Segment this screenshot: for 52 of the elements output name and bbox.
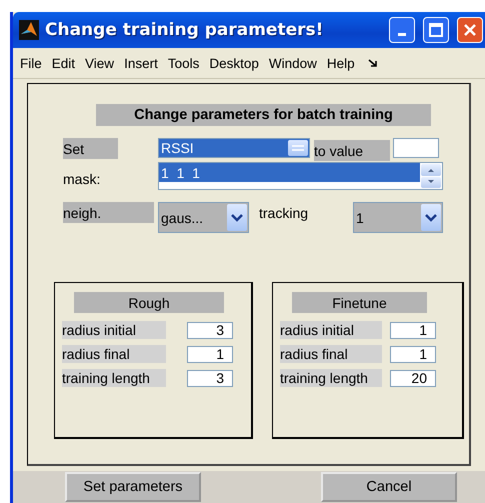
menu-item[interactable]: Window bbox=[264, 56, 322, 70]
parameter-field[interactable]: 1 bbox=[390, 346, 436, 362]
parameter-label: radius initial bbox=[62, 321, 166, 339]
mask-listbox[interactable]: 1 1 1 bbox=[158, 162, 443, 190]
parameter-label: radius final bbox=[280, 345, 382, 363]
parameter-field[interactable]: 20 bbox=[390, 370, 436, 386]
scroll-up-button[interactable] bbox=[421, 164, 441, 176]
parameter-field[interactable]: 1 bbox=[390, 322, 436, 338]
app-logo-icon bbox=[19, 20, 39, 40]
chevron-down-icon bbox=[231, 214, 243, 222]
cancel-button[interactable]: Cancel bbox=[321, 472, 457, 502]
menu-item[interactable]: File bbox=[15, 56, 47, 70]
menu-item[interactable]: View bbox=[80, 56, 120, 70]
parameter-field[interactable]: 1 bbox=[187, 346, 233, 362]
panel-title: Rough bbox=[74, 292, 224, 313]
close-button[interactable] bbox=[457, 17, 483, 43]
parameter-label: training length bbox=[62, 369, 166, 387]
parameter-field[interactable]: 3 bbox=[187, 370, 233, 386]
menu-item[interactable]: Edit bbox=[46, 56, 80, 70]
menu-item[interactable]: Desktop bbox=[204, 56, 264, 70]
minimize-button[interactable] bbox=[389, 17, 415, 43]
set-popup[interactable]: RSSI bbox=[158, 138, 310, 158]
tracking-popup[interactable]: 1 bbox=[353, 202, 443, 233]
drag-handle-icon bbox=[291, 145, 305, 151]
close-icon bbox=[463, 23, 477, 37]
up-arrow-icon bbox=[428, 168, 434, 172]
maximize-button[interactable] bbox=[423, 17, 449, 43]
down-arrow-icon bbox=[428, 180, 434, 184]
parameter-label: radius initial bbox=[280, 321, 382, 339]
scroll-down-button[interactable] bbox=[421, 176, 441, 188]
menu-item[interactable]: Insert bbox=[119, 56, 163, 70]
set-label: Set bbox=[63, 138, 118, 159]
list-item[interactable]: 1 1 1 bbox=[159, 163, 420, 182]
tracking-label: tracking bbox=[259, 204, 310, 223]
maximize-icon bbox=[429, 23, 443, 37]
parameter-label: radius final bbox=[62, 345, 166, 363]
parameter-label: training length bbox=[280, 369, 382, 387]
neigh-popup[interactable]: gaus... bbox=[158, 202, 249, 233]
parameter-field[interactable]: 3 bbox=[187, 322, 233, 338]
set-parameters-button[interactable]: Set parameters bbox=[65, 472, 201, 502]
chevron-down-icon bbox=[425, 214, 437, 222]
neigh-label: neigh. bbox=[63, 202, 154, 223]
menu-item[interactable]: Tools bbox=[162, 56, 204, 70]
to-value-label: to value bbox=[314, 140, 390, 161]
panel-title: Finetune bbox=[292, 292, 427, 313]
mask-label: mask: bbox=[63, 170, 102, 188]
menu-item[interactable]: Help bbox=[322, 56, 360, 70]
dock-arrow-icon[interactable] bbox=[368, 58, 378, 68]
heading-label: Change parameters for batch training bbox=[96, 104, 431, 126]
minimize-icon bbox=[398, 32, 406, 36]
window-title: Change training parameters! bbox=[45, 20, 324, 40]
value-field[interactable] bbox=[393, 138, 439, 158]
